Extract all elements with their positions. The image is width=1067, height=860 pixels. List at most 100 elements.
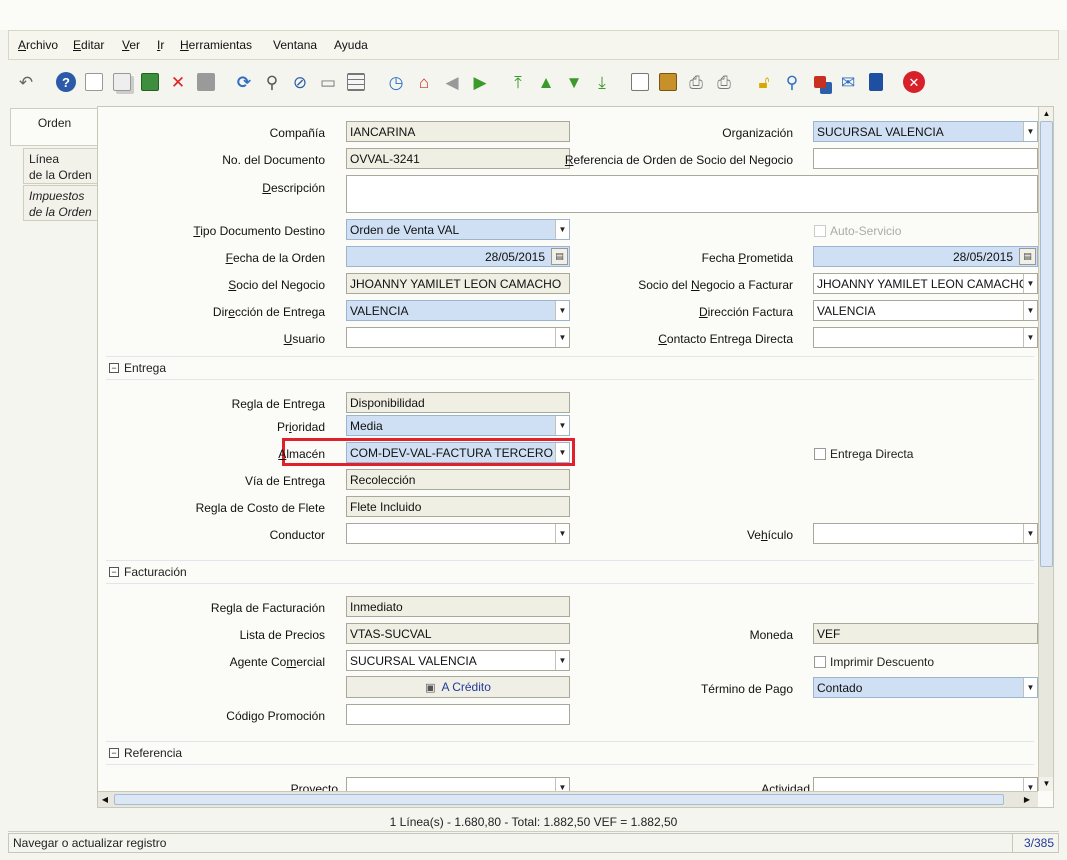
drop-ship-contact-field[interactable]: ▼ [813,327,1038,348]
collapse-icon[interactable]: − [109,567,119,577]
vertical-scrollbar[interactable]: ▲ ▼ [1038,107,1053,791]
chevron-down-icon[interactable]: ▼ [555,651,569,670]
scroll-right-icon[interactable]: ▶ [1020,792,1034,807]
project-field[interactable]: ▼ [346,777,570,791]
bill-partner-field[interactable]: JHOANNY YAMILET LEON CAMACHO ▼ [813,273,1038,294]
refresh-icon[interactable]: ⟳ [232,70,256,94]
business-partner-field[interactable]: JHOANNY YAMILET LEON CAMACHO [346,273,570,294]
warehouse-field[interactable]: COM-DEV-VAL-FACTURA TERCERO ▼ [346,442,570,463]
chevron-down-icon[interactable]: ▼ [555,328,569,347]
print-icon[interactable]: ⎙ [712,70,736,94]
undo-icon[interactable]: ↶ [14,70,38,94]
new-record-icon[interactable] [82,70,106,94]
menu-editar[interactable]: Editar [73,38,104,52]
delivery-address-field[interactable]: VALENCIA ▼ [346,300,570,321]
menu-archivo[interactable]: Archivo [18,38,58,52]
tab-impuestos-orden[interactable]: Impuestos de la Orden [23,185,107,221]
next-record-icon[interactable]: ▼ [562,70,586,94]
description-field[interactable] [346,175,1038,213]
driver-field[interactable]: ▼ [346,523,570,544]
chevron-down-icon[interactable]: ▼ [555,301,569,320]
archive-icon[interactable] [656,70,680,94]
activity-field[interactable]: ▼ [813,777,1038,791]
request-icon[interactable]: ✉ [836,70,860,94]
scroll-down-icon[interactable]: ▼ [1039,777,1053,791]
organization-field[interactable]: SUCURSAL VALENCIA ▼ [813,121,1038,142]
end-icon[interactable]: ✕ [902,70,926,94]
section-facturacion[interactable]: − Facturación [106,560,1034,584]
invoice-rule-field[interactable]: Inmediato [346,596,570,617]
collapse-icon[interactable]: − [109,363,119,373]
user-field[interactable]: ▼ [346,327,570,348]
workflow-icon[interactable] [808,70,832,94]
horizontal-scrollbar[interactable]: ◀ ▶ [98,791,1038,807]
scroll-up-icon[interactable]: ▲ [1039,107,1053,121]
calendar-icon[interactable]: ▤ [1019,248,1036,265]
drop-ship-checkbox[interactable] [814,448,826,460]
previous-tab-icon[interactable]: ◀ [440,70,464,94]
freight-cost-rule-field[interactable]: Flete Incluido [346,496,570,517]
first-record-icon[interactable]: ⤒ [506,70,530,94]
doc-no-field[interactable]: OVVAL-3241 [346,148,570,169]
payment-term-field[interactable]: Contado ▼ [813,677,1038,698]
chevron-down-icon[interactable]: ▼ [1023,122,1037,141]
chevron-down-icon[interactable]: ▼ [555,220,569,239]
menu-ver[interactable]: Ver [122,38,140,52]
print-preview-icon[interactable]: ⎙ [684,70,708,94]
find-icon[interactable]: ⚲ [260,70,284,94]
chat-icon[interactable]: ▭ [316,70,340,94]
save-icon[interactable] [194,70,218,94]
chevron-down-icon[interactable]: ▼ [555,443,569,462]
attachment-icon[interactable]: ⊘ [288,70,312,94]
zoom-across-icon[interactable]: ⚲ [780,70,804,94]
credit-button[interactable]: ▣ A Crédito [346,676,570,698]
record-count[interactable]: 3/385 [1012,834,1058,852]
previous-record-icon[interactable]: ▲ [534,70,558,94]
vertical-scroll-thumb[interactable] [1040,121,1053,567]
chevron-down-icon[interactable]: ▼ [555,778,569,791]
delivery-via-field[interactable]: Recolección [346,469,570,490]
priority-field[interactable]: Media ▼ [346,415,570,436]
delivery-rule-field[interactable]: Disponibilidad [346,392,570,413]
horizontal-scroll-thumb[interactable] [114,794,1004,805]
order-date-field[interactable]: 28/05/2015 ▤ [346,246,570,267]
chevron-down-icon[interactable]: ▼ [555,524,569,543]
menu-ir[interactable]: Ir [157,38,164,52]
chevron-down-icon[interactable]: ▼ [1023,678,1037,697]
delete-record-icon[interactable]: ✕ [166,70,190,94]
home-icon[interactable]: ⌂ [412,70,436,94]
promised-date-field[interactable]: 28/05/2015 ▤ [813,246,1038,267]
print-discount-checkbox[interactable] [814,656,826,668]
sales-rep-field[interactable]: SUCURSAL VALENCIA ▼ [346,650,570,671]
chevron-down-icon[interactable]: ▼ [1023,524,1037,543]
invoice-address-field[interactable]: VALENCIA ▼ [813,300,1038,321]
tab-orden[interactable]: Orden [10,108,98,146]
help-icon[interactable]: ? [54,70,78,94]
section-entrega[interactable]: − Entrega [106,356,1034,380]
promo-code-field[interactable] [346,704,570,725]
currency-field[interactable]: VEF [813,623,1038,644]
chevron-down-icon[interactable]: ▼ [1023,328,1037,347]
chevron-down-icon[interactable]: ▼ [1023,301,1037,320]
delete-selection-icon[interactable] [138,70,162,94]
report-icon[interactable] [628,70,652,94]
chevron-down-icon[interactable]: ▼ [1023,274,1037,293]
next-tab-icon[interactable]: ▶ [468,70,492,94]
company-field[interactable]: IANCARINA [346,121,570,142]
copy-record-icon[interactable] [110,70,134,94]
bp-order-ref-field[interactable] [813,148,1038,169]
last-record-icon[interactable]: ⤓ [590,70,614,94]
menu-ayuda[interactable]: Ayuda [334,38,368,52]
chevron-down-icon[interactable]: ▼ [555,416,569,435]
calendar-icon[interactable]: ▤ [551,248,568,265]
self-service-checkbox[interactable] [814,225,826,237]
product-info-icon[interactable] [864,70,888,94]
target-doc-type-field[interactable]: Orden de Venta VAL ▼ [346,219,570,240]
history-icon[interactable]: ◷ [384,70,408,94]
tab-linea-orden[interactable]: Línea de la Orden [23,148,107,184]
vehicle-field[interactable]: ▼ [813,523,1038,544]
menu-ventana[interactable]: Ventana [273,38,317,52]
price-list-field[interactable]: VTAS-SUCVAL [346,623,570,644]
collapse-icon[interactable]: − [109,748,119,758]
section-referencia[interactable]: − Referencia [106,741,1034,765]
